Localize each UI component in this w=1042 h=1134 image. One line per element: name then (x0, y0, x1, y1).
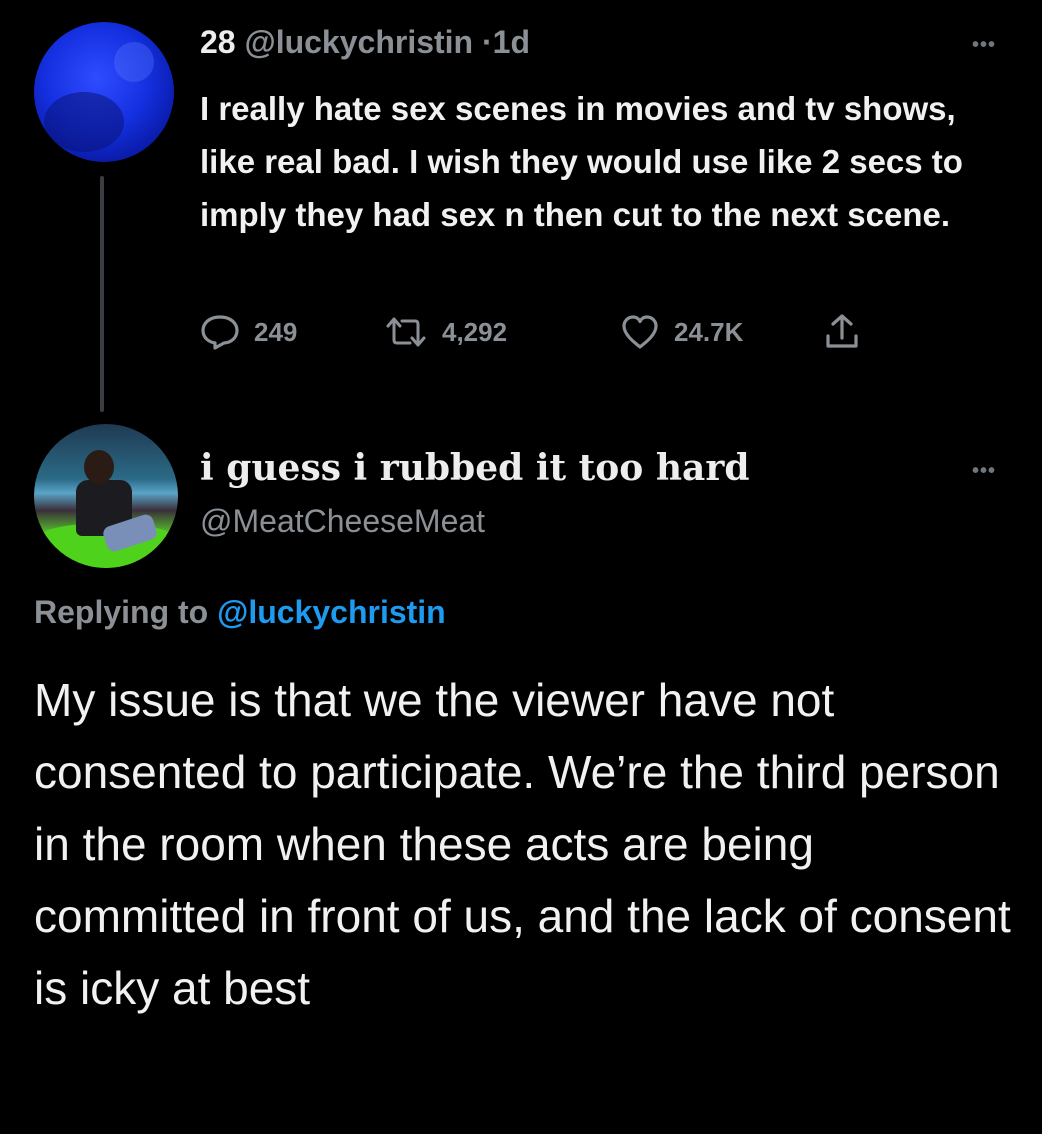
more-horizontal-icon[interactable]: ••• (972, 460, 996, 483)
parent-tweet-text: I really hate sex scenes in movies and t… (200, 90, 963, 233)
more-horizontal-icon[interactable]: ••• (972, 34, 996, 57)
parent-display-name[interactable]: 28 (200, 24, 236, 60)
share-button[interactable] (822, 310, 862, 354)
retweet-count: 4,292 (442, 316, 508, 347)
reply-button[interactable]: 249 (200, 310, 297, 354)
reply-tweet-text: My issue is that we the viewer have not … (34, 674, 1011, 1014)
heart-icon (620, 314, 660, 350)
header-separator: · (481, 24, 493, 60)
like-count: 24.7K (674, 316, 744, 347)
reply-display-name[interactable]: i guess i rubbed it too hard (200, 446, 750, 490)
reply-icon (200, 314, 240, 350)
parent-timestamp[interactable]: 1d (493, 24, 530, 60)
retweet-icon (384, 314, 428, 350)
reply-handle[interactable]: @MeatCheeseMeat (200, 500, 485, 542)
replying-to-label: Replying to (34, 594, 209, 630)
parent-tweet-header: 28 @luckychristin ·1d (200, 22, 530, 62)
thread-line (100, 176, 104, 412)
replying-to-mention[interactable]: @luckychristin (217, 594, 446, 630)
like-button[interactable]: 24.7K (620, 310, 743, 354)
parent-avatar[interactable] (34, 22, 174, 162)
tweet-actions: 249 4,292 24.7K (200, 310, 900, 354)
replying-to-line: Replying to @luckychristin (34, 590, 446, 634)
parent-handle[interactable]: @luckychristin (244, 24, 473, 60)
share-icon (822, 312, 862, 352)
reply-count: 249 (254, 316, 298, 347)
reply-avatar[interactable] (34, 424, 178, 568)
retweet-button[interactable]: 4,292 (384, 310, 507, 354)
